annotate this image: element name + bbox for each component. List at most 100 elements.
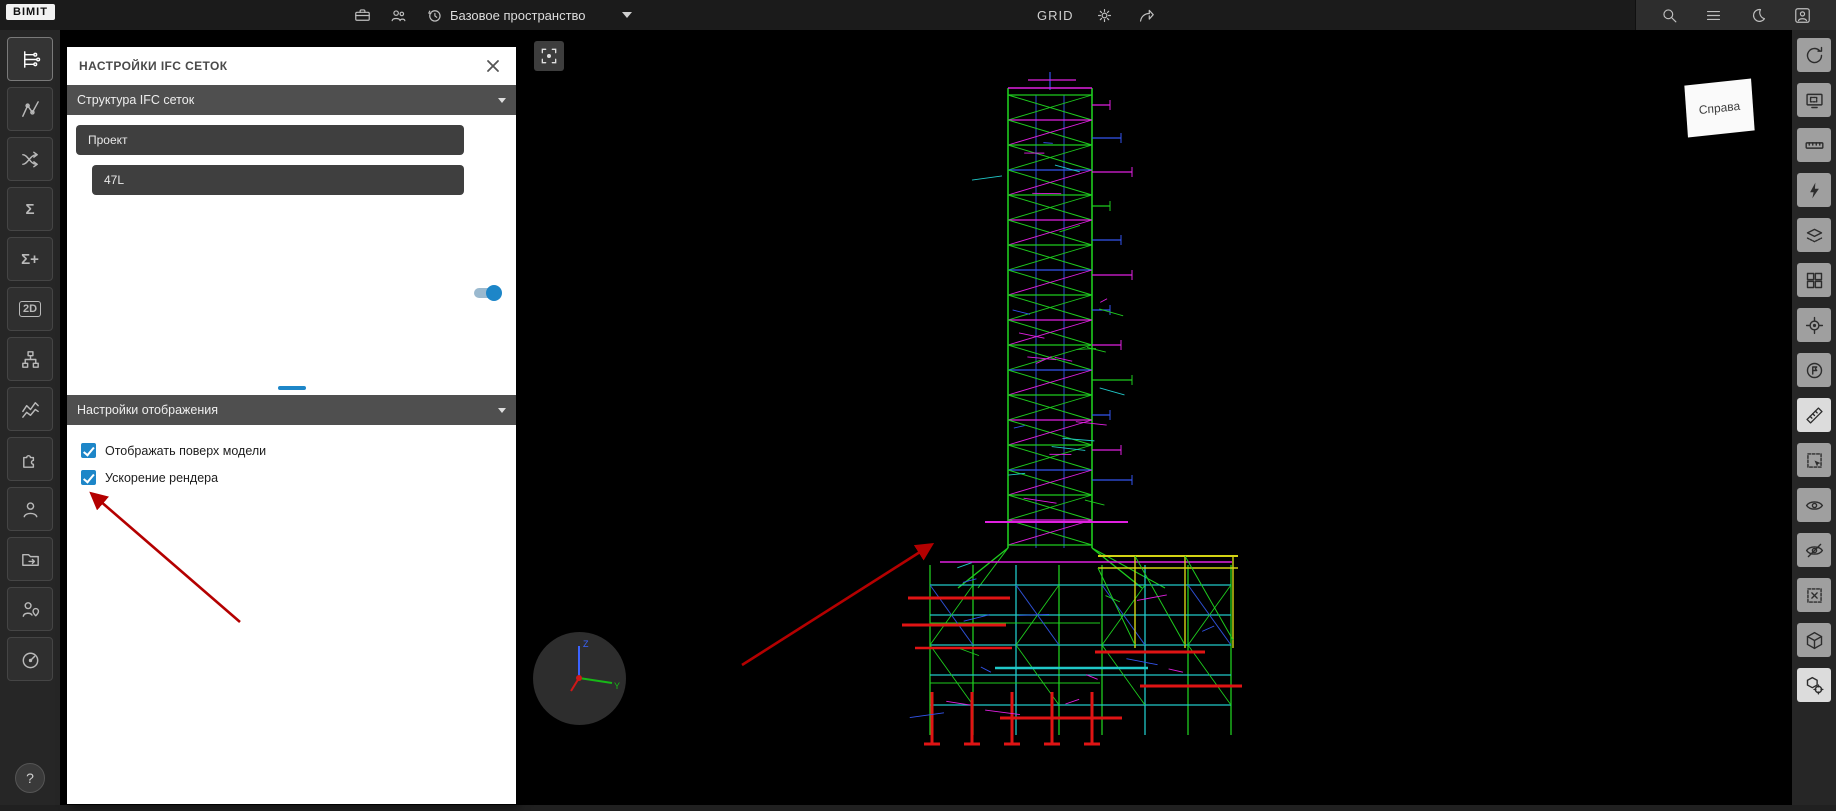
sidebar-item-structure-tree[interactable] [7,37,53,81]
search-button[interactable] [1658,4,1680,26]
topbar: BIMIT Базовое пространство GRID [0,0,1836,30]
gear-icon [1097,8,1112,22]
checkbox-row-overlay-model[interactable]: Отображать поверх модели [67,437,516,464]
user-location-icon [22,601,39,617]
checkbox-render-acceleration[interactable] [81,470,96,485]
workspace-label: Базовое пространство [450,7,586,23]
view-cube-face-label: Справа [1698,98,1741,118]
sidebar-item-dashboard[interactable] [7,637,53,681]
section-structure-title: Структура IFC сеток [77,93,195,107]
workspace-selector[interactable]: Базовое пространство [450,0,632,30]
sidebar-item-shared-projects[interactable] [7,537,53,581]
ruler-icon [1804,141,1824,149]
sidebar-item-sigma[interactable]: Σ [7,187,53,231]
tool-locate[interactable] [1797,308,1831,342]
sidebar-item-plugins[interactable] [7,437,53,481]
cube-settings-icon [1806,676,1824,695]
menu-list-icon [1707,10,1721,20]
sidebar-item-sigma-plus[interactable]: Σ+ [7,237,53,281]
tool-ruler[interactable] [1797,128,1831,162]
eye-icon [1805,500,1823,510]
cube-icon [1806,631,1822,649]
flash-icon [1809,182,1819,198]
section-planes-icon [1806,228,1822,242]
toolbox-button[interactable] [351,4,373,26]
help-label: ? [26,770,34,786]
tool-screen-fit[interactable] [1797,83,1831,117]
team-button[interactable] [387,4,409,26]
horizontal-scrollbar[interactable] [277,386,306,390]
view-cube-face[interactable]: Справа [1684,78,1755,138]
toggle-47l-visibility[interactable] [474,285,502,301]
selection-box-icon [1806,452,1822,468]
tool-orbit[interactable] [1797,38,1831,72]
right-toolbar [1792,30,1836,805]
shuffle-icon [21,151,38,167]
tool-cube[interactable] [1797,623,1831,657]
display-settings-area: Отображать поверх модели Ускорение ренде… [67,425,516,804]
2d-icon: 2D [18,301,42,317]
tool-section-planes[interactable] [1797,218,1831,252]
left-sidebar: Σ Σ+ 2D ? [0,30,60,805]
history-button[interactable] [423,4,445,26]
tool-selection-box[interactable] [1797,443,1831,477]
tree-item-project-label: Проект [88,133,128,147]
focus-view-button[interactable] [534,41,564,71]
tool-measure-diagonal[interactable] [1797,398,1831,432]
panel-title: НАСТРОЙКИ IFC СЕТОК [79,59,228,73]
share-button[interactable] [1136,4,1158,26]
measure-diagonal-icon [1805,406,1823,424]
navigation-gizmo[interactable]: Z Y [533,632,626,725]
sidebar-item-polyline[interactable] [7,87,53,131]
gizmo-axes: Z Y [570,639,620,692]
marker-flag-icon [1806,362,1822,378]
search-icon [1663,8,1677,22]
caret-down-icon [498,97,506,103]
caret-down-icon [621,12,632,18]
axis-z-label: Z [583,639,589,649]
tool-hide[interactable] [1797,533,1831,567]
polyline-icon [21,100,39,117]
close-icon [487,60,499,72]
topbar-center: GRID [1037,0,1158,30]
section-structure-header[interactable]: Структура IFC сеток [67,85,516,115]
folder-share-icon [21,553,39,566]
team-icon [391,9,405,21]
section-display-title: Настройки отображения [77,403,219,417]
axis-y-label: Y [614,681,620,691]
checkbox-overlay-model[interactable] [81,443,96,458]
checkbox-row-render-acceleration[interactable]: Ускорение рендера [67,464,516,491]
bottom-bar [0,805,1836,811]
topbar-right [1635,0,1836,30]
close-panel-button[interactable] [482,55,504,77]
panel-header: НАСТРОЙКИ IFC СЕТОК [67,47,516,85]
tool-flash[interactable] [1797,173,1831,207]
section-display-header[interactable]: Настройки отображения [67,395,516,425]
sigma-plus-icon: Σ+ [21,250,39,268]
eye-off-icon [1805,543,1823,557]
sidebar-item-shuffle[interactable] [7,137,53,181]
screen-fit-icon [1805,93,1823,108]
tool-grid-layout[interactable] [1797,263,1831,297]
tool-show[interactable] [1797,488,1831,522]
menu-list-button[interactable] [1703,4,1725,26]
tool-cube-settings[interactable] [1797,668,1831,702]
profile-button[interactable] [1792,4,1814,26]
sidebar-item-2d[interactable]: 2D [7,287,53,331]
tool-deselect[interactable] [1797,578,1831,612]
checkbox-overlay-model-label: Отображать поверх модели [105,443,267,458]
tree-item-47l[interactable]: 47L [92,165,464,195]
sidebar-item-org-chart[interactable] [7,337,53,381]
user-icon [23,501,37,517]
sidebar-item-user-location[interactable] [7,587,53,631]
grid-settings-button[interactable] [1094,4,1116,26]
tool-marker[interactable] [1797,353,1831,387]
tree-item-project[interactable]: Проект [76,125,464,155]
deselect-icon [1806,587,1822,603]
help-button[interactable]: ? [15,763,45,793]
sidebar-item-users[interactable] [7,487,53,531]
app-logo[interactable]: BIMIT [6,4,55,20]
theme-button[interactable] [1747,4,1769,26]
user-profile-icon [1795,7,1810,23]
sidebar-item-charts[interactable] [7,387,53,431]
